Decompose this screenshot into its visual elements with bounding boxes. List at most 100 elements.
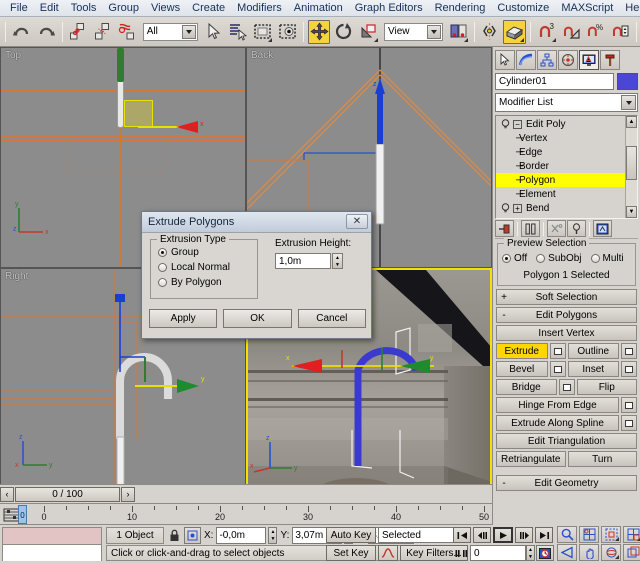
menu-tools[interactable]: Tools — [65, 1, 103, 15]
option-by-polygon[interactable]: By Polygon — [151, 277, 257, 288]
x-spinner[interactable]: ▲▼ — [268, 527, 277, 544]
zoom-icon[interactable] — [557, 526, 577, 543]
show-end-result-icon[interactable] — [521, 220, 540, 237]
rollout-toggle[interactable]: + — [497, 292, 511, 303]
window-crossing-icon[interactable] — [276, 20, 299, 44]
turn-button[interactable]: Turn — [568, 451, 638, 467]
rollout-toggle[interactable]: - — [497, 478, 511, 489]
bridge-button[interactable]: Bridge — [496, 379, 557, 395]
selection-filter-combo[interactable]: All — [143, 23, 198, 41]
menu-customize[interactable]: Customize — [491, 1, 555, 15]
maximize-viewport-icon[interactable] — [623, 544, 640, 561]
cancel-button[interactable]: Cancel — [298, 309, 366, 328]
close-icon[interactable]: ✕ — [346, 214, 368, 229]
align-icon[interactable] — [503, 20, 526, 44]
menu-views[interactable]: Views — [145, 1, 186, 15]
remove-modifier-icon[interactable] — [567, 220, 586, 237]
reference-coord-combo[interactable]: View — [384, 23, 443, 41]
lightbulb-icon[interactable] — [500, 203, 511, 214]
angle-snap-icon[interactable] — [560, 20, 583, 44]
option-local-normal[interactable]: Local Normal — [151, 262, 257, 273]
selection-center-icon[interactable] — [184, 527, 201, 544]
menu-modifiers[interactable]: Modifiers — [231, 1, 288, 15]
set-key-button[interactable]: Set Key — [326, 545, 376, 561]
stack-subitem-element[interactable]: ─ Element — [496, 187, 625, 201]
rollout-toggle[interactable]: - — [497, 310, 511, 321]
mirror-icon[interactable] — [479, 20, 502, 44]
radio-off[interactable] — [502, 254, 511, 263]
extrude-along-spline-settings-button[interactable] — [621, 415, 637, 431]
percent-snap-icon[interactable]: % — [585, 20, 608, 44]
auto-key-button[interactable]: Auto Key — [326, 527, 376, 543]
x-coordinate-field[interactable]: -0,0m — [216, 527, 266, 544]
hinge-from-edge-button[interactable]: Hinge From Edge — [496, 397, 619, 413]
current-frame-spinner[interactable]: ▲▼ — [526, 545, 535, 561]
scrollbar-thumb[interactable] — [626, 146, 637, 180]
option-group[interactable]: Group — [151, 247, 257, 258]
rollout-edit-geometry[interactable]: - Edit Geometry — [496, 475, 637, 491]
rollout-edit-polygons[interactable]: - Edit Polygons — [496, 307, 637, 323]
menu-animation[interactable]: Animation — [288, 1, 349, 15]
make-unique-icon[interactable] — [547, 220, 566, 237]
outline-settings-button[interactable] — [621, 343, 637, 359]
modifier-list-dropdown[interactable]: Modifier List — [495, 93, 638, 112]
select-and-rotate-icon[interactable] — [332, 20, 355, 44]
set-key-filters-toggle-icon[interactable] — [378, 545, 398, 561]
menu-maxscript[interactable]: MAXScript — [555, 1, 619, 15]
time-slider-prev-button[interactable]: ‹ — [0, 487, 14, 502]
time-config-icon[interactable] — [536, 545, 554, 561]
extrude-polygons-dialog[interactable]: Extrude Polygons ✕ Extrusion Type Group … — [141, 211, 372, 339]
tab-display[interactable] — [579, 50, 599, 70]
stack-subitem-border[interactable]: ─ Border — [496, 159, 625, 173]
menu-edit[interactable]: Edit — [34, 1, 65, 15]
tab-create[interactable] — [495, 50, 515, 70]
menu-rendering[interactable]: Rendering — [429, 1, 492, 15]
play-icon[interactable] — [493, 527, 513, 543]
extrude-button[interactable]: Extrude — [496, 343, 548, 359]
listener-white-pane[interactable] — [3, 545, 101, 561]
stack-subitem-edge[interactable]: ─ Edge — [496, 145, 625, 159]
select-by-name-icon[interactable] — [226, 20, 249, 44]
bevel-button[interactable]: Bevel — [496, 361, 548, 377]
menu-help[interactable]: Help — [619, 1, 640, 15]
tab-utilities[interactable] — [600, 50, 620, 70]
go-to-end-icon[interactable] — [535, 527, 553, 543]
stack-subitem-polygon[interactable]: ─ Polygon — [496, 173, 625, 187]
ok-button[interactable]: OK — [223, 309, 291, 328]
previous-frame-icon[interactable] — [473, 527, 491, 543]
frame-cursor[interactable]: 0 — [18, 505, 27, 524]
edit-triangulation-button[interactable]: Edit Triangulation — [496, 433, 637, 449]
inset-settings-button[interactable] — [621, 361, 637, 377]
bevel-settings-button[interactable] — [550, 361, 566, 377]
chevron-down-icon[interactable] — [182, 25, 196, 39]
radio-by-polygon[interactable] — [158, 278, 167, 287]
select-and-move-icon[interactable] — [308, 20, 331, 44]
radio-local-normal[interactable] — [158, 263, 167, 272]
configure-sets-icon[interactable] — [593, 220, 612, 237]
dialog-titlebar[interactable]: Extrude Polygons ✕ — [142, 212, 371, 233]
unlink-icon[interactable] — [91, 20, 114, 44]
stack-expand-toggle[interactable]: + — [513, 204, 522, 213]
menu-create[interactable]: Create — [186, 1, 231, 15]
stack-item-bend[interactable]: + Bend — [496, 201, 625, 215]
radio-group[interactable] — [158, 248, 167, 257]
menu-graph-editors[interactable]: Graph Editors — [349, 1, 429, 15]
pan-icon[interactable] — [579, 544, 599, 561]
apply-button[interactable]: Apply — [149, 309, 217, 328]
rollout-soft-selection[interactable]: + Soft Selection — [496, 289, 637, 305]
bridge-settings-button[interactable] — [559, 379, 575, 395]
time-slider-frame-display[interactable]: 0 / 100 — [15, 487, 120, 502]
flip-button[interactable]: Flip — [577, 379, 638, 395]
select-link-icon[interactable] — [67, 20, 90, 44]
scroll-up-icon[interactable]: ▲ — [626, 116, 637, 128]
go-to-start-icon[interactable] — [453, 527, 471, 543]
radio-multi[interactable] — [591, 254, 600, 263]
modifier-stack[interactable]: − Edit Poly ─ Vertex ─ Edge ─ Border ─ — [495, 115, 638, 219]
orbit-icon[interactable] — [601, 544, 621, 561]
field-of-view-icon[interactable] — [557, 544, 577, 561]
use-pivot-center-icon[interactable] — [447, 20, 470, 44]
menu-group[interactable]: Group — [102, 1, 145, 15]
object-name-field[interactable]: Cylinder01 — [495, 73, 614, 90]
zoom-region-icon[interactable] — [623, 526, 640, 543]
redo-icon[interactable] — [35, 20, 58, 44]
